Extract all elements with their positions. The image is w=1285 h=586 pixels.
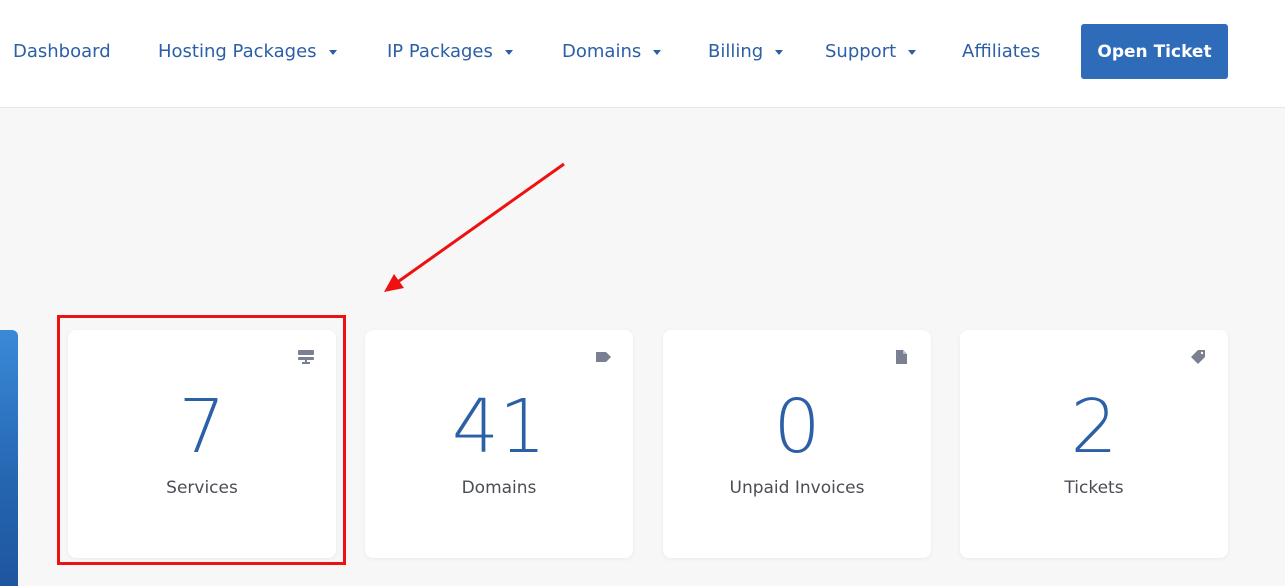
caret-down-icon: [328, 49, 337, 55]
tile-domains[interactable]: 41 Domains: [365, 330, 633, 558]
unpaid-invoices-label: Unpaid Invoices: [729, 478, 865, 498]
nav-support[interactable]: Support: [825, 38, 917, 64]
nav-affiliates-label: Affiliates: [962, 40, 1041, 62]
nav-billing[interactable]: Billing: [708, 38, 784, 64]
caret-down-icon: [775, 49, 784, 55]
domains-label: Domains: [461, 478, 537, 498]
nav-dashboard-label: Dashboard: [13, 40, 111, 62]
services-count: 7: [178, 384, 226, 470]
tag-icon: [596, 352, 611, 362]
domains-count: 41: [451, 384, 547, 470]
top-navbar: Dashboard Hosting Packages IP Packages D…: [0, 0, 1285, 108]
ticket-icon: [1191, 350, 1205, 364]
nav-domains-label: Domains: [562, 40, 642, 62]
tile-unpaid-invoices[interactable]: 0 Unpaid Invoices: [663, 330, 931, 558]
side-panel: [0, 330, 18, 586]
server-icon: [298, 350, 314, 364]
caret-down-icon: [504, 49, 513, 55]
nav-support-label: Support: [825, 40, 897, 62]
open-ticket-label: Open Ticket: [1097, 41, 1212, 62]
nav-ip-packages-label: IP Packages: [387, 40, 493, 62]
services-label: Services: [166, 478, 238, 498]
nav-ip-packages[interactable]: IP Packages: [387, 38, 513, 64]
tickets-count: 2: [1070, 384, 1118, 470]
tickets-label: Tickets: [1064, 478, 1124, 498]
nav-dashboard[interactable]: Dashboard: [13, 38, 111, 64]
tile-tickets[interactable]: 2 Tickets: [960, 330, 1228, 558]
nav-affiliates[interactable]: Affiliates: [962, 38, 1040, 64]
nav-hosting-packages-label: Hosting Packages: [158, 40, 317, 62]
nav-hosting-packages[interactable]: Hosting Packages: [158, 38, 337, 64]
nav-domains[interactable]: Domains: [562, 38, 662, 64]
file-icon: [896, 350, 907, 364]
caret-down-icon: [653, 49, 662, 55]
open-ticket-button[interactable]: Open Ticket: [1081, 24, 1228, 79]
tile-services[interactable]: 7 Services: [68, 330, 336, 558]
nav-billing-label: Billing: [708, 40, 764, 62]
caret-down-icon: [908, 49, 917, 55]
unpaid-invoices-count: 0: [773, 384, 821, 470]
